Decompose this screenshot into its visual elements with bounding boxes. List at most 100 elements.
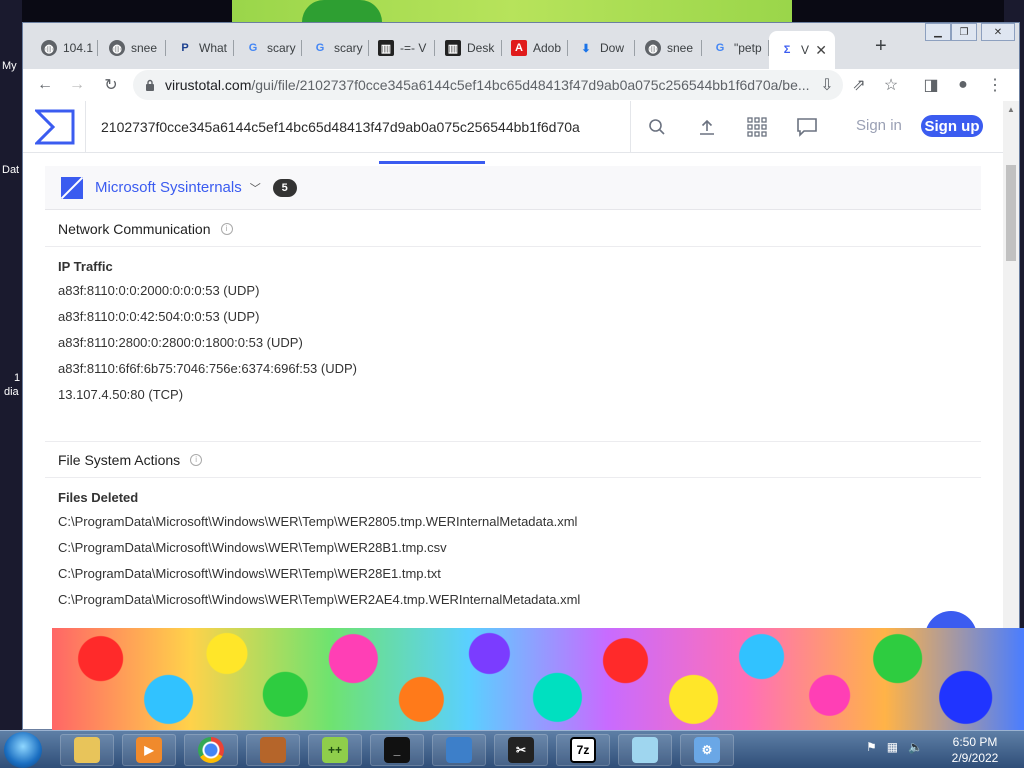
sandbox-selector[interactable]: Microsoft Sysinternals ﹀ 5	[45, 166, 981, 210]
sandbox-count-badge: 5	[272, 178, 297, 197]
side-panel-icon[interactable]: ◨	[919, 73, 943, 97]
browser-tab-active[interactable]: Σ V ✕	[769, 31, 835, 69]
network-communication-section: Network Communication i IP Traffic a83f:…	[45, 211, 981, 413]
shield-icon	[446, 737, 472, 763]
url-path: /gui/file/2102737f0cce345a6144c5ef14bc65…	[251, 77, 810, 93]
taskbar-clock[interactable]: 6:50 PM 2/9/2022	[940, 734, 1010, 766]
address-bar[interactable]: virustotal.com/gui/file/2102737f0cce345a…	[133, 70, 843, 100]
tab-label: scary	[334, 41, 363, 55]
taskbar-control-panel[interactable]: ⚙	[680, 734, 734, 766]
sign-up-button[interactable]: Sign up	[921, 115, 983, 137]
back-button[interactable]: ←	[33, 73, 57, 97]
url-text: virustotal.com/gui/file/2102737f0cce345a…	[165, 77, 810, 93]
list-item: a83f:8110:0:0:42:504:0:0:53 (UDP)	[58, 309, 260, 324]
close-tab-icon[interactable]: ✕	[815, 42, 827, 59]
taskbar-app-4[interactable]	[246, 734, 300, 766]
sign-in-link[interactable]: Sign in	[856, 117, 902, 134]
scroll-up-arrow-icon[interactable]: ▲	[1007, 105, 1015, 114]
profile-avatar[interactable]: ●	[951, 73, 975, 97]
list-item: C:\ProgramData\Microsoft\Windows\WER\Tem…	[58, 540, 447, 555]
list-item: 13.107.4.50:80 (TCP)	[58, 387, 184, 402]
browser-tab[interactable]: ⬇ Dow	[568, 35, 635, 61]
upload-icon[interactable]	[695, 115, 719, 139]
search-icon[interactable]	[645, 115, 669, 139]
section-title: File System Actions	[58, 451, 181, 468]
restore-button[interactable]: ❐	[951, 23, 977, 41]
section-header: Network Communication i	[45, 211, 981, 247]
volume-icon[interactable]: 🔈	[908, 740, 923, 754]
tab-strip: ◍ 104.1 ◍ snee P What G scary G scary ▥ …	[23, 23, 1019, 69]
section-title: Network Communication	[58, 220, 211, 237]
taskbar-explorer[interactable]	[60, 734, 114, 766]
adobe-icon: A	[511, 40, 527, 56]
vt-header: 2102737f0cce345a6144c5ef14bc65d48413f47d…	[23, 101, 1003, 153]
section-header: File System Actions i	[45, 442, 981, 478]
browser-tab[interactable]: G scary	[235, 35, 302, 61]
colorful-hearts-overlay	[52, 628, 1024, 730]
browser-tab[interactable]: ◍ snee	[99, 35, 166, 61]
tab-label: 104.1	[63, 41, 94, 55]
tab-label: snee	[131, 41, 158, 55]
chrome-icon	[198, 737, 224, 763]
search-input[interactable]: 2102737f0cce345a6144c5ef14bc65d48413f47d…	[85, 101, 631, 153]
desktop-icon-label[interactable]: dia	[4, 386, 19, 398]
files-deleted-list: C:\ProgramData\Microsoft\Windows\WER\Tem…	[45, 514, 981, 618]
reload-button[interactable]: ↻	[99, 73, 123, 97]
clock-date: 2/9/2022	[951, 751, 999, 765]
taskbar-notepad[interactable]	[618, 734, 672, 766]
bookmark-star-icon[interactable]: ☆	[879, 73, 903, 97]
network-icon[interactable]: ▦	[887, 740, 898, 754]
info-icon[interactable]: i	[190, 453, 203, 466]
taskbar-notepad-plus[interactable]: ++	[308, 734, 362, 766]
browser-tab[interactable]: ◍ 104.1	[31, 35, 98, 61]
tool-icon: ✂	[508, 737, 534, 763]
desktop-icon-label[interactable]: 1	[14, 372, 20, 384]
google-icon: G	[315, 42, 325, 54]
browser-tab[interactable]: ▥ Desk	[435, 35, 502, 61]
archive-icon: ▥	[445, 40, 461, 56]
paypal-icon: P	[181, 42, 189, 54]
virustotal-logo[interactable]	[35, 109, 75, 145]
sandbox-name[interactable]: Microsoft Sysinternals	[95, 179, 242, 196]
list-item: a83f:8110:2800:0:2800:0:1800:0:53 (UDP)	[58, 335, 303, 350]
taskbar-7zip[interactable]: 7z	[556, 734, 610, 766]
tab-label: -=- V	[400, 41, 427, 55]
start-button[interactable]	[4, 732, 42, 768]
sysinternals-logo-icon	[61, 176, 83, 199]
virustotal-icon: Σ	[783, 44, 791, 56]
apps-grid-icon[interactable]	[745, 115, 769, 139]
browser-tab[interactable]: G "petp	[702, 35, 769, 61]
browser-tab[interactable]: ◍ snee	[635, 35, 702, 61]
close-window-button[interactable]: ✕	[981, 23, 1015, 41]
app-icon	[260, 737, 286, 763]
taskbar-chrome[interactable]	[184, 734, 238, 766]
browser-tab[interactable]: A Adob	[501, 35, 568, 61]
subsection-title: Files Deleted	[58, 490, 139, 505]
info-icon[interactable]: i	[220, 222, 233, 235]
taskbar-app-7[interactable]	[432, 734, 486, 766]
browser-tab[interactable]: ▥ -=- V	[368, 35, 435, 61]
7zip-icon: 7z	[570, 737, 596, 763]
browser-tab[interactable]: P What	[167, 35, 234, 61]
download-icon: ⬇	[581, 42, 591, 55]
desktop-icon-label[interactable]: My	[2, 60, 17, 72]
taskbar-app-8[interactable]: ✂	[494, 734, 548, 766]
share-icon[interactable]: ⇗	[847, 73, 871, 97]
chat-icon[interactable]	[795, 115, 819, 139]
list-item: C:\ProgramData\Microsoft\Windows\WER\Tem…	[58, 566, 441, 581]
forward-button[interactable]: →	[65, 73, 89, 97]
chevron-down-icon[interactable]: ﹀	[250, 180, 261, 196]
tab-label: Desk	[467, 41, 495, 55]
action-center-icon[interactable]: ⚑	[866, 740, 877, 754]
wallpaper-tree	[232, 0, 792, 22]
browser-tab[interactable]: G scary	[302, 35, 369, 61]
chrome-menu-icon[interactable]: ⋮	[983, 73, 1007, 97]
taskbar-cmd[interactable]: _	[370, 734, 424, 766]
minimize-button[interactable]: ▁	[925, 23, 951, 41]
new-tab-button[interactable]: +	[875, 35, 887, 58]
install-app-icon[interactable]: ⇩	[815, 73, 839, 97]
folder-icon	[74, 737, 100, 763]
taskbar-media-player[interactable]: ▶	[122, 734, 176, 766]
desktop-icon-label[interactable]: Dat	[2, 164, 19, 176]
scrollbar-thumb[interactable]	[1006, 165, 1016, 261]
